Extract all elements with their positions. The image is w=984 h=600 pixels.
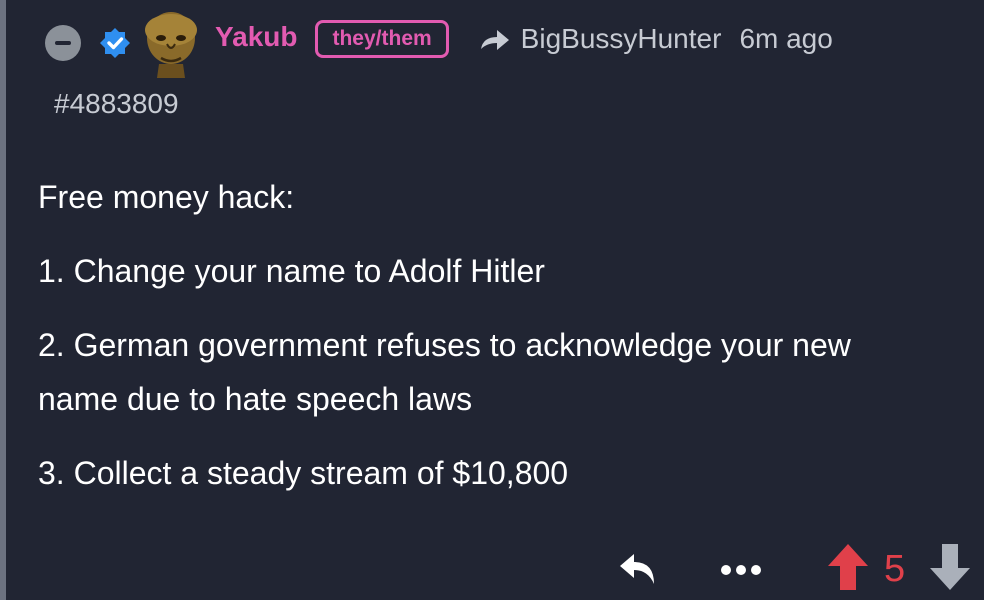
vote-score: 5: [884, 548, 906, 590]
reply-to-username[interactable]: BigBussyHunter: [521, 23, 722, 55]
more-options-icon[interactable]: [718, 550, 764, 590]
comment-id[interactable]: #4883809: [54, 88, 179, 120]
verified-badge-icon: [100, 28, 130, 58]
reply-icon[interactable]: [616, 550, 660, 590]
collapse-button[interactable]: [45, 25, 81, 61]
comment-paragraph: 3. Collect a steady stream of $10,800: [38, 455, 569, 491]
timestamp: 6m ago: [739, 23, 833, 54]
upvote-icon[interactable]: [826, 542, 870, 592]
comment-body: Free money hack: 1. Change your name to …: [38, 170, 938, 520]
avatar[interactable]: [139, 8, 203, 78]
comment-paragraph: Free money hack:: [38, 179, 295, 215]
pronouns-badge: they/them: [315, 20, 449, 58]
username[interactable]: Yakub: [215, 21, 297, 53]
downvote-icon[interactable]: [928, 542, 972, 592]
comment-header: Yakub they/them BigBussyHunter 6m ago: [45, 8, 833, 78]
share-arrow-icon: [480, 30, 509, 50]
comment: Yakub they/them BigBussyHunter 6m ago #4…: [0, 0, 984, 600]
comment-paragraph: 1. Change your name to Adolf Hitler: [38, 253, 545, 289]
thread-line[interactable]: [0, 0, 6, 600]
comment-actions: 5: [0, 540, 984, 596]
comment-paragraph: 2. German government refuses to acknowle…: [38, 327, 851, 417]
minus-icon: [55, 41, 71, 45]
